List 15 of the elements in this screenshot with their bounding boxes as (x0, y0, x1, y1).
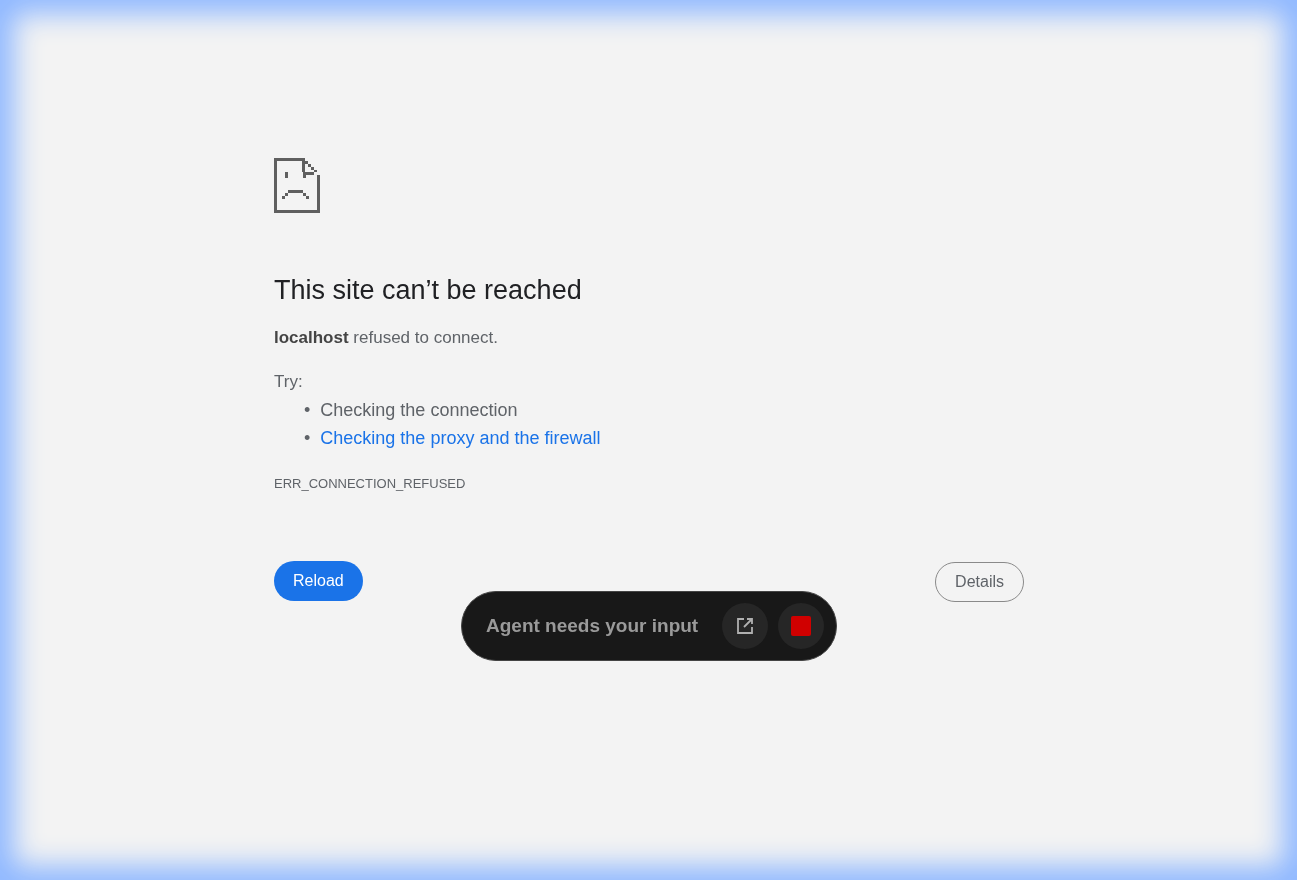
banner-text: Agent needs your input (486, 615, 700, 637)
reload-button[interactable]: Reload (274, 561, 363, 601)
bullet: • (304, 428, 311, 449)
stop-icon (791, 616, 811, 636)
open-external-button[interactable] (722, 603, 768, 649)
suggestion-link[interactable]: Checking the proxy and the firewall (320, 428, 601, 449)
error-code: ERR_CONNECTION_REFUSED (274, 476, 467, 491)
sad-page-icon (274, 158, 320, 213)
error-message: localhost refused to connect. (274, 328, 499, 348)
page-title: This site can’t be reached (274, 275, 583, 306)
bullet: • (304, 400, 311, 421)
stop-button[interactable] (778, 603, 824, 649)
external-link-icon (735, 616, 755, 636)
suggestion-text: Checking the connection (320, 400, 518, 421)
try-label: Try: (274, 372, 304, 392)
